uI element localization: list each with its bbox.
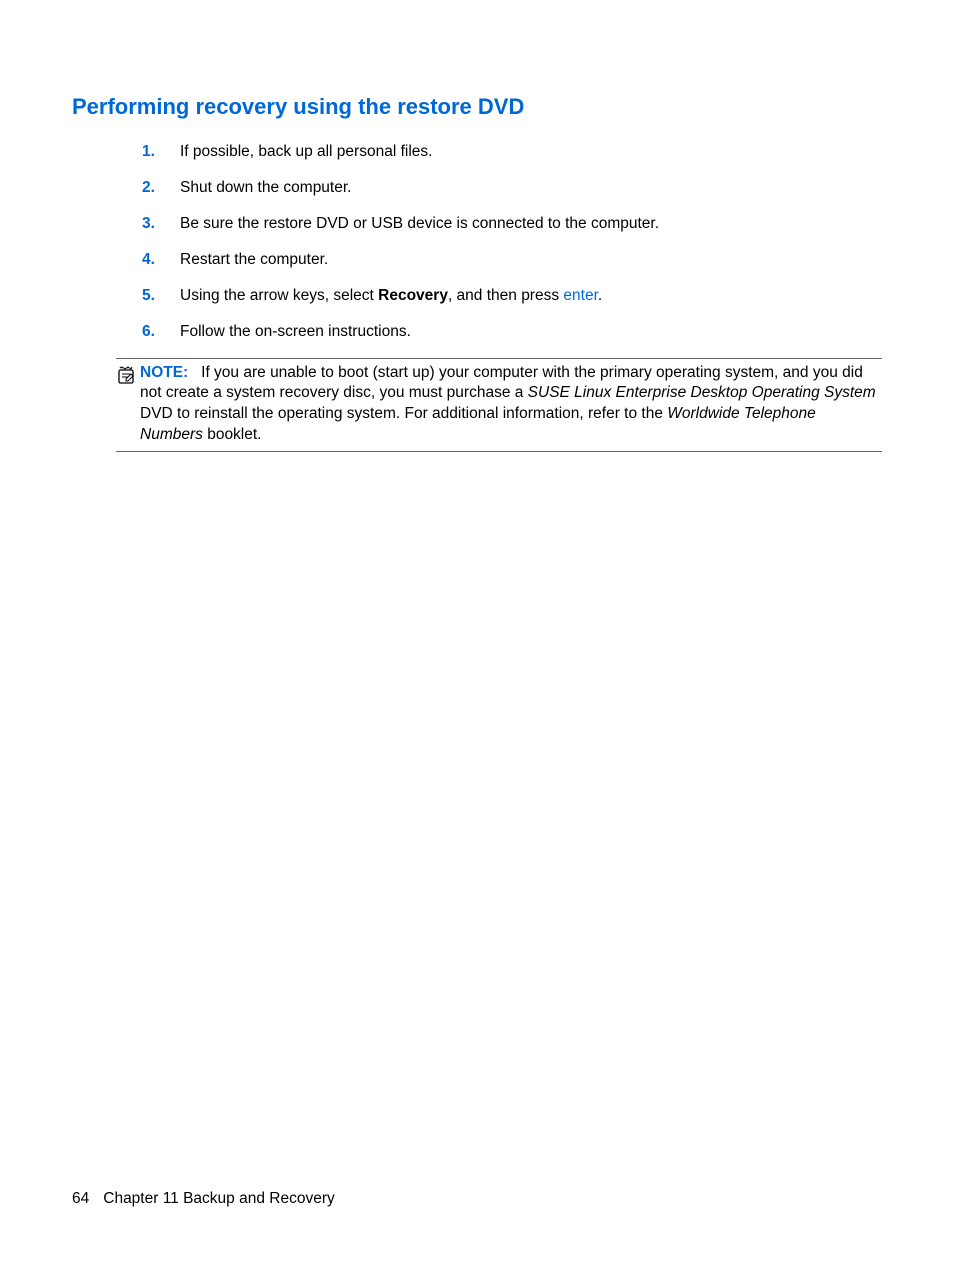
list-number: 1.	[142, 142, 180, 163]
note-content: NOTE: If you are unable to boot (start u…	[140, 363, 882, 447]
note-icon	[116, 364, 138, 393]
chapter-title: Chapter 11 Backup and Recovery	[103, 1190, 335, 1207]
list-number: 3.	[142, 214, 180, 235]
note-part3: booklet.	[203, 426, 262, 443]
list-number: 6.	[142, 322, 180, 343]
note-italic1: SUSE Linux Enterprise Desktop Operating …	[528, 384, 876, 401]
list-number: 5.	[142, 286, 180, 307]
list-item: 4. Restart the computer.	[142, 250, 882, 271]
list-number: 2.	[142, 178, 180, 199]
list-text: Shut down the computer.	[180, 178, 882, 199]
text-suffix: .	[598, 287, 602, 304]
list-item: 5. Using the arrow keys, select Recovery…	[142, 286, 882, 307]
page-footer: 64 Chapter 11 Backup and Recovery	[72, 1190, 335, 1208]
list-number: 4.	[142, 250, 180, 271]
section-heading: Performing recovery using the restore DV…	[72, 94, 882, 120]
note-label: NOTE:	[140, 364, 188, 381]
text-bold: Recovery	[378, 287, 448, 304]
text-mid: , and then press	[448, 287, 563, 304]
page-number: 64	[72, 1190, 89, 1208]
steps-list: 1. If possible, back up all personal fil…	[142, 142, 882, 343]
text-prefix: Using the arrow keys, select	[180, 287, 378, 304]
list-item: 3. Be sure the restore DVD or USB device…	[142, 214, 882, 235]
list-item: 2. Shut down the computer.	[142, 178, 882, 199]
list-text: Using the arrow keys, select Recovery, a…	[180, 286, 882, 307]
list-text: Restart the computer.	[180, 250, 882, 271]
list-item: 1. If possible, back up all personal fil…	[142, 142, 882, 163]
note-part2: DVD to reinstall the operating system. F…	[140, 405, 667, 422]
text-link: enter	[563, 287, 597, 304]
page-content: Performing recovery using the restore DV…	[0, 0, 954, 452]
list-item: 6. Follow the on-screen instructions.	[142, 322, 882, 343]
list-text: If possible, back up all personal files.	[180, 142, 882, 163]
list-text: Follow the on-screen instructions.	[180, 322, 882, 343]
list-text: Be sure the restore DVD or USB device is…	[180, 214, 882, 235]
note-box: NOTE: If you are unable to boot (start u…	[116, 358, 882, 453]
